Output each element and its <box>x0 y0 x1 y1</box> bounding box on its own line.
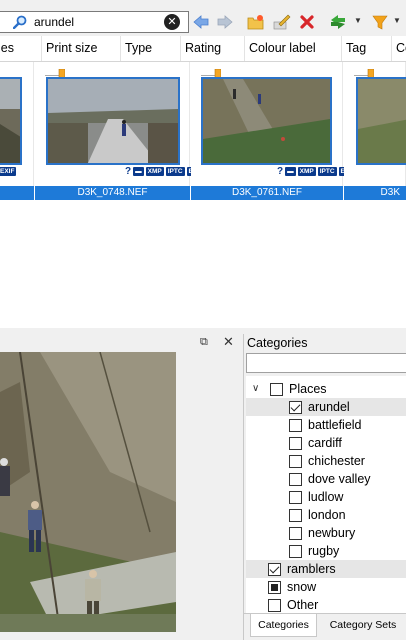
filter-funnel-icon <box>372 15 388 30</box>
help-icon: ? <box>125 165 132 177</box>
thumbnail-item[interactable]: ? ▬ XMP IPTC EXIF D3K_0748.NEF <box>35 62 205 200</box>
category-tree: ∨ Places arundel battlefield cardiff chi… <box>246 376 406 616</box>
preview-image <box>0 352 176 632</box>
thumbnail-filename <box>0 186 34 200</box>
iptc-badge: IPTC <box>317 166 337 176</box>
exif-badge: EXIF <box>0 166 17 176</box>
sync-arrows-icon <box>331 15 345 29</box>
arrow-right-icon <box>217 15 233 29</box>
checkbox[interactable] <box>268 599 281 612</box>
category-item-chichester[interactable]: chichester <box>246 452 406 470</box>
checkbox[interactable] <box>270 383 283 396</box>
tab-categories[interactable]: Categories <box>250 614 317 637</box>
search-icon <box>13 15 27 29</box>
column-categories[interactable]: ies <box>0 36 42 61</box>
thumbnail-item[interactable]: EXIF <box>0 62 34 200</box>
thumbnail-image <box>201 77 332 165</box>
column-header: ies Print size Type Rating Colour label … <box>0 36 406 62</box>
category-item-other[interactable]: Other <box>246 596 406 614</box>
close-icon[interactable]: ✕ <box>223 334 234 350</box>
checkbox[interactable] <box>289 473 302 486</box>
thumbnail-filename: D3K_0748.NEF <box>35 186 190 200</box>
checkbox[interactable] <box>289 419 302 432</box>
sync-button[interactable] <box>328 12 348 32</box>
tab-category-sets[interactable]: Category Sets <box>319 614 406 637</box>
checkbox[interactable] <box>289 401 302 414</box>
filter-dropdown-icon[interactable]: ▼ <box>393 16 401 25</box>
column-rating[interactable]: Rating <box>181 36 245 61</box>
category-item-places[interactable]: ∨ Places <box>246 380 406 398</box>
help-icon: ? <box>277 165 284 177</box>
checkbox[interactable] <box>289 545 302 558</box>
column-colour-label[interactable]: Colour label <box>245 36 342 61</box>
thumbnail-item[interactable]: D3K <box>344 62 406 200</box>
edit-button[interactable] <box>272 12 292 32</box>
delete-x-icon <box>300 15 314 29</box>
thumbnail-item[interactable]: ? ▬ XMP IPTC EXIF D3K_0761.NEF <box>191 62 357 200</box>
arrow-left-icon <box>193 15 209 29</box>
sync-dropdown-icon[interactable]: ▼ <box>354 16 362 25</box>
thumbnail-filename: D3K_0761.NEF <box>191 186 343 200</box>
column-comment[interactable]: Co <box>392 36 406 61</box>
column-tag[interactable]: Tag <box>342 36 392 61</box>
checkbox[interactable] <box>268 581 281 594</box>
pencil-icon <box>273 14 291 30</box>
sidecar-icon: ▬ <box>133 166 144 176</box>
delete-button[interactable] <box>297 12 317 32</box>
category-item-newbury[interactable]: newbury <box>246 524 406 542</box>
thumbnail-gallery: EXIF ? ▬ XMP IPTC EXIF D3K_0748.NEF <box>0 62 406 328</box>
checkbox[interactable] <box>289 455 302 468</box>
category-item-london[interactable]: london <box>246 506 406 524</box>
category-item-rugby[interactable]: rugby <box>246 542 406 560</box>
column-print-size[interactable]: Print size <box>42 36 121 61</box>
checkbox[interactable] <box>289 527 302 540</box>
search-text: arundel <box>34 15 75 29</box>
folder-star-icon <box>247 15 264 30</box>
category-item-battlefield[interactable]: battlefield <box>246 416 406 434</box>
forward-button[interactable] <box>215 12 235 32</box>
thumbnail-image <box>46 77 180 165</box>
categories-title: Categories <box>247 336 308 350</box>
checkbox[interactable] <box>289 509 302 522</box>
categories-panel: Categories ∨ Places arundel battlefield … <box>243 334 406 640</box>
category-item-snow[interactable]: snow <box>246 578 406 596</box>
toolbar: arundel ✕ ▼ ▼ <box>0 0 406 36</box>
metadata-badges: EXIF <box>0 166 17 176</box>
xmp-badge: XMP <box>297 166 316 176</box>
filter-button[interactable] <box>370 12 390 32</box>
categories-tabbar: Categories Category Sets <box>244 613 406 640</box>
checkbox[interactable] <box>268 563 281 576</box>
new-folder-button[interactable] <box>246 12 266 32</box>
category-filter-input[interactable] <box>246 353 406 373</box>
preview-pane <box>0 352 243 640</box>
category-item-arundel[interactable]: arundel <box>246 398 406 416</box>
thumbnail-image <box>356 77 406 165</box>
xmp-badge: XMP <box>145 166 164 176</box>
search-input[interactable]: arundel ✕ <box>0 11 189 33</box>
chevron-down-icon[interactable]: ∨ <box>252 380 259 398</box>
iptc-badge: IPTC <box>165 166 185 176</box>
thumbnail-filename: D3K <box>344 186 406 200</box>
category-item-cardiff[interactable]: cardiff <box>246 434 406 452</box>
column-type[interactable]: Type <box>121 36 181 61</box>
pin-icon[interactable]: ⧉ <box>200 336 208 349</box>
thumbnail-image <box>0 77 22 165</box>
category-item-ramblers[interactable]: ramblers <box>246 560 406 578</box>
preview-title-bar: ⧉ ✕ <box>0 334 243 352</box>
sidecar-icon: ▬ <box>285 166 296 176</box>
checkbox[interactable] <box>289 437 302 450</box>
back-button[interactable] <box>191 12 211 32</box>
checkbox[interactable] <box>289 491 302 504</box>
category-item-ludlow[interactable]: ludlow <box>246 488 406 506</box>
clear-search-button[interactable]: ✕ <box>164 14 180 30</box>
category-item-dove-valley[interactable]: dove valley <box>246 470 406 488</box>
